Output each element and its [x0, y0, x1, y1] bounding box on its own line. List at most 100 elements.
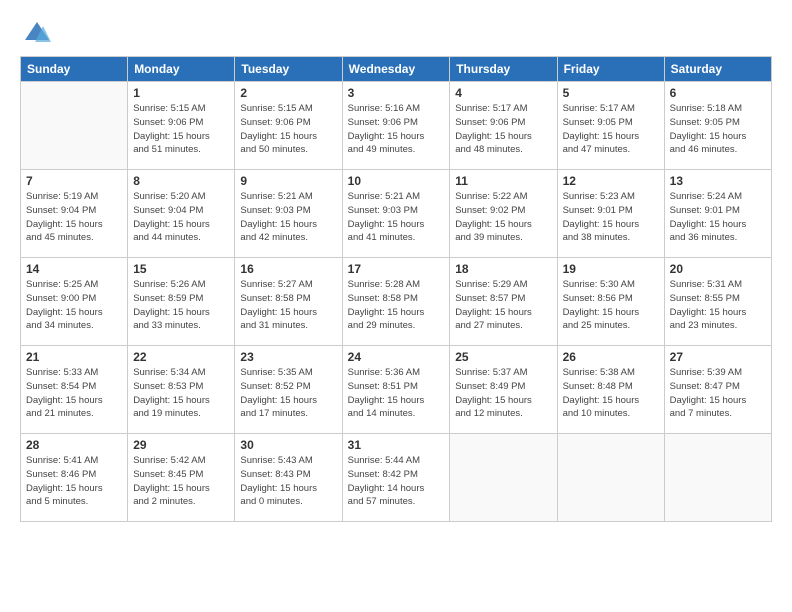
weekday-header-monday: Monday: [128, 57, 235, 82]
week-row-1: 1 Sunrise: 5:15 AMSunset: 9:06 PMDaylight…: [21, 82, 772, 170]
week-row-4: 21 Sunrise: 5:33 AMSunset: 8:54 PMDayligh…: [21, 346, 772, 434]
cell-day-number: 6: [670, 86, 766, 100]
cell-day-number: 22: [133, 350, 229, 364]
cell-info: Sunrise: 5:26 AMSunset: 8:59 PMDaylight:…: [133, 278, 229, 333]
cell-day-number: 1: [133, 86, 229, 100]
calendar-cell: [450, 434, 557, 522]
cell-info: Sunrise: 5:23 AMSunset: 9:01 PMDaylight:…: [563, 190, 659, 245]
cell-info: Sunrise: 5:27 AMSunset: 8:58 PMDaylight:…: [240, 278, 336, 333]
cell-day-number: 28: [26, 438, 122, 452]
weekday-header-saturday: Saturday: [664, 57, 771, 82]
cell-day-number: 23: [240, 350, 336, 364]
page: SundayMondayTuesdayWednesdayThursdayFrid…: [0, 0, 792, 612]
weekday-header-friday: Friday: [557, 57, 664, 82]
calendar-cell: 13 Sunrise: 5:24 AMSunset: 9:01 PMDayligh…: [664, 170, 771, 258]
cell-info: Sunrise: 5:41 AMSunset: 8:46 PMDaylight:…: [26, 454, 122, 509]
calendar-cell: 25 Sunrise: 5:37 AMSunset: 8:49 PMDayligh…: [450, 346, 557, 434]
cell-info: Sunrise: 5:20 AMSunset: 9:04 PMDaylight:…: [133, 190, 229, 245]
cell-day-number: 17: [348, 262, 445, 276]
cell-info: Sunrise: 5:17 AMSunset: 9:05 PMDaylight:…: [563, 102, 659, 157]
cell-info: Sunrise: 5:29 AMSunset: 8:57 PMDaylight:…: [455, 278, 551, 333]
logo-icon: [23, 18, 51, 46]
cell-info: Sunrise: 5:30 AMSunset: 8:56 PMDaylight:…: [563, 278, 659, 333]
calendar-cell: 1 Sunrise: 5:15 AMSunset: 9:06 PMDaylight…: [128, 82, 235, 170]
calendar-cell: 19 Sunrise: 5:30 AMSunset: 8:56 PMDayligh…: [557, 258, 664, 346]
calendar-cell: 21 Sunrise: 5:33 AMSunset: 8:54 PMDayligh…: [21, 346, 128, 434]
calendar-cell: 31Sunrise: 5:44 AMSunset: 8:42 PMDayligh…: [342, 434, 450, 522]
calendar-cell: [664, 434, 771, 522]
calendar-cell: [557, 434, 664, 522]
cell-day-number: 11: [455, 174, 551, 188]
calendar-cell: 15 Sunrise: 5:26 AMSunset: 8:59 PMDayligh…: [128, 258, 235, 346]
cell-day-number: 29: [133, 438, 229, 452]
calendar-cell: 20Sunrise: 5:31 AMSunset: 8:55 PMDayligh…: [664, 258, 771, 346]
calendar-cell: [21, 82, 128, 170]
calendar-cell: 17 Sunrise: 5:28 AMSunset: 8:58 PMDayligh…: [342, 258, 450, 346]
cell-info: Sunrise: 5:39 AMSunset: 8:47 PMDaylight:…: [670, 366, 766, 421]
cell-info: Sunrise: 5:37 AMSunset: 8:49 PMDaylight:…: [455, 366, 551, 421]
cell-day-number: 21: [26, 350, 122, 364]
cell-info: Sunrise: 5:16 AMSunset: 9:06 PMDaylight:…: [348, 102, 445, 157]
calendar-cell: 10 Sunrise: 5:21 AMSunset: 9:03 PMDayligh…: [342, 170, 450, 258]
cell-info: Sunrise: 5:25 AMSunset: 9:00 PMDaylight:…: [26, 278, 122, 333]
cell-day-number: 19: [563, 262, 659, 276]
cell-day-number: 20: [670, 262, 766, 276]
cell-day-number: 2: [240, 86, 336, 100]
cell-info: Sunrise: 5:36 AMSunset: 8:51 PMDaylight:…: [348, 366, 445, 421]
cell-day-number: 13: [670, 174, 766, 188]
cell-info: Sunrise: 5:38 AMSunset: 8:48 PMDaylight:…: [563, 366, 659, 421]
calendar-cell: 22 Sunrise: 5:34 AMSunset: 8:53 PMDayligh…: [128, 346, 235, 434]
cell-info: Sunrise: 5:44 AMSunset: 8:42 PMDaylight:…: [348, 454, 445, 509]
cell-info: Sunrise: 5:24 AMSunset: 9:01 PMDaylight:…: [670, 190, 766, 245]
calendar-cell: 14 Sunrise: 5:25 AMSunset: 9:00 PMDayligh…: [21, 258, 128, 346]
cell-info: Sunrise: 5:35 AMSunset: 8:52 PMDaylight:…: [240, 366, 336, 421]
calendar-cell: 11 Sunrise: 5:22 AMSunset: 9:02 PMDayligh…: [450, 170, 557, 258]
cell-day-number: 24: [348, 350, 445, 364]
calendar-cell: 5 Sunrise: 5:17 AMSunset: 9:05 PMDaylight…: [557, 82, 664, 170]
weekday-header-row: SundayMondayTuesdayWednesdayThursdayFrid…: [21, 57, 772, 82]
header: [20, 18, 772, 46]
cell-day-number: 9: [240, 174, 336, 188]
calendar-cell: 28 Sunrise: 5:41 AMSunset: 8:46 PMDayligh…: [21, 434, 128, 522]
cell-day-number: 30: [240, 438, 336, 452]
cell-day-number: 25: [455, 350, 551, 364]
cell-day-number: 14: [26, 262, 122, 276]
cell-day-number: 27: [670, 350, 766, 364]
logo: [20, 18, 51, 46]
calendar-cell: 9Sunrise: 5:21 AMSunset: 9:03 PMDaylight…: [235, 170, 342, 258]
calendar-cell: 16 Sunrise: 5:27 AMSunset: 8:58 PMDayligh…: [235, 258, 342, 346]
cell-day-number: 15: [133, 262, 229, 276]
cell-info: Sunrise: 5:34 AMSunset: 8:53 PMDaylight:…: [133, 366, 229, 421]
weekday-header-sunday: Sunday: [21, 57, 128, 82]
calendar-cell: 18 Sunrise: 5:29 AMSunset: 8:57 PMDayligh…: [450, 258, 557, 346]
cell-info: Sunrise: 5:28 AMSunset: 8:58 PMDaylight:…: [348, 278, 445, 333]
calendar-cell: 27 Sunrise: 5:39 AMSunset: 8:47 PMDayligh…: [664, 346, 771, 434]
cell-day-number: 3: [348, 86, 445, 100]
weekday-header-wednesday: Wednesday: [342, 57, 450, 82]
week-row-3: 14 Sunrise: 5:25 AMSunset: 9:00 PMDayligh…: [21, 258, 772, 346]
calendar-cell: 12 Sunrise: 5:23 AMSunset: 9:01 PMDayligh…: [557, 170, 664, 258]
cell-day-number: 12: [563, 174, 659, 188]
cell-info: Sunrise: 5:15 AMSunset: 9:06 PMDaylight:…: [133, 102, 229, 157]
calendar-cell: 29 Sunrise: 5:42 AMSunset: 8:45 PMDayligh…: [128, 434, 235, 522]
cell-day-number: 5: [563, 86, 659, 100]
cell-day-number: 26: [563, 350, 659, 364]
calendar-cell: 6Sunrise: 5:18 AMSunset: 9:05 PMDaylight…: [664, 82, 771, 170]
calendar-table: SundayMondayTuesdayWednesdayThursdayFrid…: [20, 56, 772, 522]
cell-info: Sunrise: 5:33 AMSunset: 8:54 PMDaylight:…: [26, 366, 122, 421]
cell-info: Sunrise: 5:15 AMSunset: 9:06 PMDaylight:…: [240, 102, 336, 157]
cell-info: Sunrise: 5:21 AMSunset: 9:03 PMDaylight:…: [348, 190, 445, 245]
calendar-cell: 30 Sunrise: 5:43 AMSunset: 8:43 PMDayligh…: [235, 434, 342, 522]
calendar-cell: 23 Sunrise: 5:35 AMSunset: 8:52 PMDayligh…: [235, 346, 342, 434]
cell-info: Sunrise: 5:19 AMSunset: 9:04 PMDaylight:…: [26, 190, 122, 245]
cell-day-number: 18: [455, 262, 551, 276]
calendar-cell: 7 Sunrise: 5:19 AMSunset: 9:04 PMDaylight…: [21, 170, 128, 258]
cell-info: Sunrise: 5:42 AMSunset: 8:45 PMDaylight:…: [133, 454, 229, 509]
cell-info: Sunrise: 5:43 AMSunset: 8:43 PMDaylight:…: [240, 454, 336, 509]
calendar-cell: 4Sunrise: 5:17 AMSunset: 9:06 PMDaylight…: [450, 82, 557, 170]
cell-day-number: 16: [240, 262, 336, 276]
cell-day-number: 7: [26, 174, 122, 188]
cell-day-number: 10: [348, 174, 445, 188]
cell-day-number: 4: [455, 86, 551, 100]
cell-info: Sunrise: 5:22 AMSunset: 9:02 PMDaylight:…: [455, 190, 551, 245]
